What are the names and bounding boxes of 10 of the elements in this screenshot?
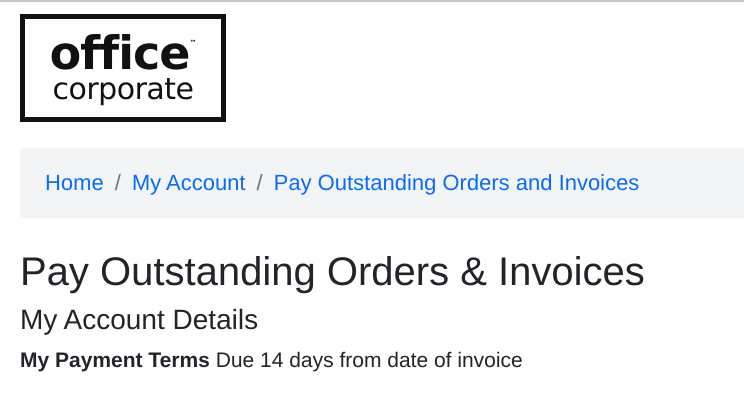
breadcrumb-separator: /: [256, 170, 263, 196]
section-heading: My Account Details: [20, 303, 260, 337]
page-title: Pay Outstanding Orders & Invoices: [20, 249, 646, 296]
logo-text: corporate: [52, 76, 194, 104]
payment-terms: My Payment Terms Due 14 days from date of invoice: [20, 348, 524, 373]
breadcrumb-link[interactable]: Pay Outstanding Orders and Invoices: [274, 170, 640, 196]
breadcrumb-separator: /: [114, 170, 121, 196]
breadcrumb-link[interactable]: Home: [45, 170, 104, 196]
breadcrumb-link[interactable]: My Account: [132, 170, 246, 196]
logo-text: office: [50, 32, 190, 76]
